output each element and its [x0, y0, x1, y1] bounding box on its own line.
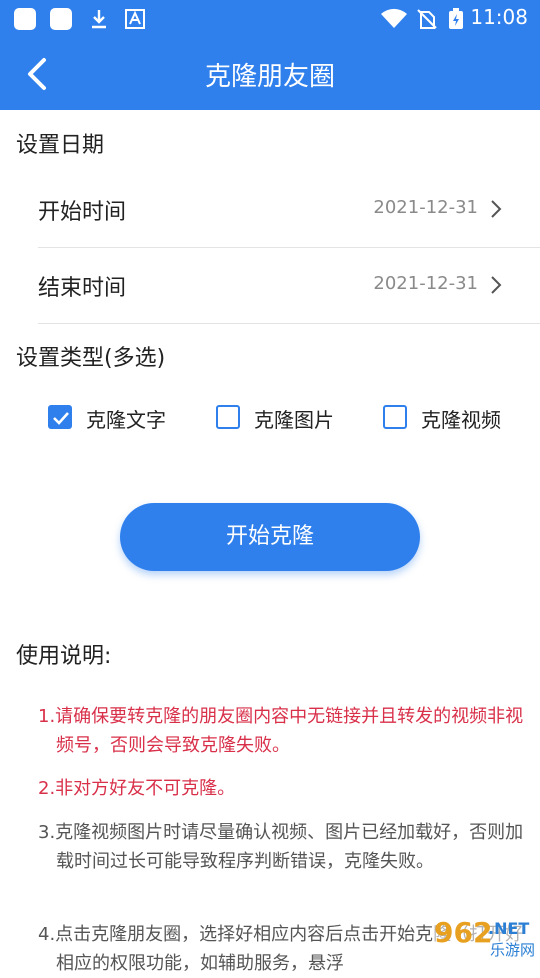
font-a-icon — [125, 9, 145, 29]
chevron-right-icon — [491, 200, 502, 218]
wifi-icon — [381, 8, 407, 28]
start-time-row[interactable]: 开始时间 2021-12-31 — [38, 172, 540, 248]
date-section-title: 设置日期 — [16, 133, 105, 158]
start-time-value: 2021-12-31 — [373, 197, 478, 218]
checkbox-unchecked-icon — [216, 405, 240, 429]
type-section-title: 设置类型(多选) — [16, 346, 166, 371]
watermark-suffix: .NET — [488, 919, 529, 938]
app-square-icon — [50, 8, 72, 30]
chevron-right-icon — [491, 276, 502, 294]
end-time-row[interactable]: 结束时间 2021-12-31 — [38, 248, 540, 324]
checkbox-checked-icon — [48, 405, 72, 429]
no-sim-icon — [417, 9, 437, 29]
watermark-text: 乐游网 — [490, 941, 535, 959]
clone-text-label: 克隆文字 — [86, 408, 166, 432]
end-time-label: 结束时间 — [38, 276, 127, 301]
battery-charging-icon — [449, 8, 463, 29]
status-bar: 11:08 — [0, 0, 540, 36]
start-time-label: 开始时间 — [38, 200, 127, 225]
instruction-item-1: 1.请确保要转克隆的朋友圈内容中无链接并且转发的视频非视频号，否则会导致克隆失败… — [38, 706, 524, 756]
start-clone-button[interactable]: 开始克隆 — [120, 503, 420, 571]
clone-video-label: 克隆视频 — [421, 408, 501, 432]
checkbox-unchecked-icon — [383, 405, 407, 429]
end-time-value: 2021-12-31 — [373, 273, 478, 294]
watermark-number: 962 — [434, 916, 492, 949]
clone-image-label: 克隆图片 — [254, 408, 334, 432]
app-square-icon — [14, 8, 36, 30]
app-bar: 克隆朋友圈 — [0, 36, 540, 110]
instruction-item-2: 2.非对方好友不可克隆。 — [38, 778, 236, 799]
status-time: 11:08 — [470, 5, 528, 29]
download-icon — [92, 10, 106, 29]
instructions-title: 使用说明: — [16, 644, 112, 669]
site-watermark-logo: 962 .NET 乐游网 — [432, 912, 540, 960]
instruction-item-3: 3.克隆视频图片时请尽量确认视频、图片已经加载好，否则加载时间过长可能导致程序判… — [38, 822, 524, 872]
page-title: 克隆朋友圈 — [204, 62, 335, 92]
